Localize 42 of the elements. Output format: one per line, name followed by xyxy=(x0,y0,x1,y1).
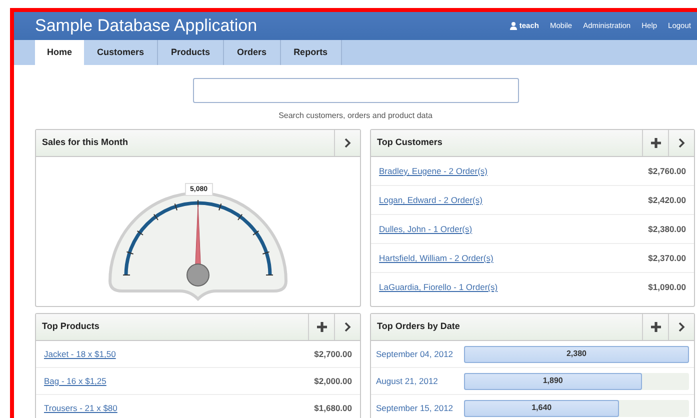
chevron-right-icon xyxy=(344,138,351,148)
panel-title: Sales for this Month xyxy=(41,136,130,150)
plus-icon xyxy=(650,322,660,332)
amount: $2,420.00 xyxy=(648,194,686,206)
plus-icon xyxy=(650,138,660,148)
amount: $2,000.00 xyxy=(314,374,352,388)
customer-link[interactable]: LaGuardia, Fiorello - 1 Order(s) xyxy=(379,281,498,294)
user-icon xyxy=(510,22,518,30)
tab[interactable]: Reports xyxy=(280,40,342,65)
tab[interactable]: Products xyxy=(158,40,224,65)
amount: $2,760.00 xyxy=(648,164,686,178)
customer-link[interactable]: Hartsfield, William - 2 Order(s) xyxy=(379,252,494,264)
app-title: Sample Database Application xyxy=(35,15,258,38)
amount: $2,700.00 xyxy=(314,348,352,360)
panel-title: Top Customers xyxy=(376,136,444,150)
product-link[interactable]: Trousers - 21 x $80 xyxy=(44,402,118,414)
order-total: 1,890 xyxy=(542,375,563,387)
order-date-link[interactable]: September 04, 2012 xyxy=(376,348,464,360)
panel-title: Top Orders by Date xyxy=(376,320,461,334)
tab[interactable]: Customers xyxy=(84,40,158,65)
customer-link[interactable]: Dulles, John - 1 Order(s) xyxy=(379,222,472,236)
order-total: 2,380 xyxy=(566,348,587,360)
order-total: 1,640 xyxy=(532,402,552,414)
chevron-right-icon xyxy=(344,322,351,332)
amount: $1,090.00 xyxy=(648,281,686,294)
order-date-link[interactable]: September 15, 2012 xyxy=(376,402,464,414)
tab[interactable]: Home xyxy=(35,40,84,65)
product-link[interactable]: Bag - 16 x $1,25 xyxy=(44,374,106,388)
search-field[interactable] xyxy=(192,78,518,103)
panel-title: Top Products xyxy=(41,320,100,334)
plus-icon xyxy=(316,322,326,332)
amount: $1,680.00 xyxy=(314,402,352,414)
product-link[interactable]: Jacket - 18 x $1,50 xyxy=(44,348,116,360)
order-date-link[interactable]: August 21, 2012 xyxy=(376,374,464,388)
chevron-right-icon xyxy=(678,322,685,332)
amount: $2,370.00 xyxy=(648,252,686,264)
amount: $2,380.00 xyxy=(648,222,686,236)
customer-link[interactable]: Bradley, Eugene - 2 Order(s) xyxy=(379,164,488,178)
tab[interactable]: Orders xyxy=(224,40,281,65)
search-hint: Search customers, orders and product data xyxy=(278,110,432,122)
customer-link[interactable]: Logan, Edward - 2 Order(s) xyxy=(379,194,482,206)
chevron-right-icon xyxy=(678,138,685,148)
